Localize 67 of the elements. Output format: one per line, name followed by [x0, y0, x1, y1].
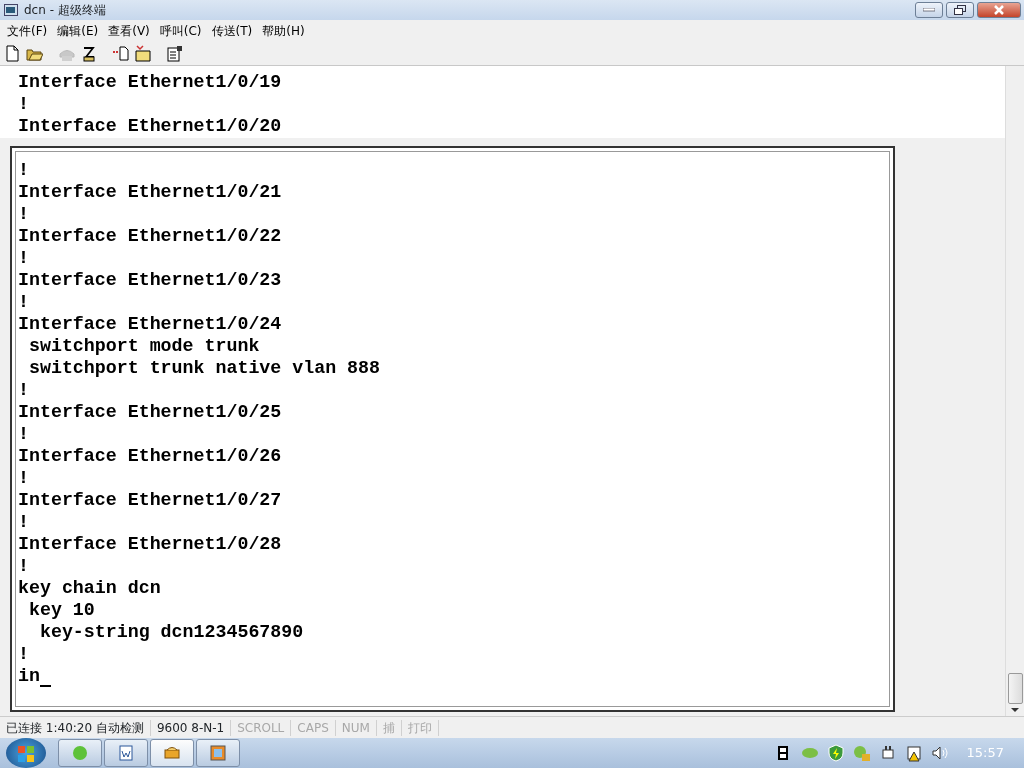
- start-icon: [18, 745, 34, 762]
- terminal-line: !: [17, 291, 30, 313]
- terminal-line: !: [17, 203, 30, 225]
- document-icon[interactable]: [111, 44, 129, 63]
- scroll-down-arrow[interactable]: [1011, 708, 1019, 713]
- terminal-line: Interface Ethernet1/0/20: [17, 115, 283, 137]
- status-text: 已连接 1:40:20 自动检测: [0, 719, 151, 736]
- speaker-icon[interactable]: [930, 744, 949, 762]
- close-button[interactable]: [977, 2, 1021, 18]
- document-icon[interactable]: [3, 44, 21, 63]
- terminal-line: Interface Ethernet1/0/23: [17, 269, 283, 291]
- terminal-line: Interface Ethernet1/0/24: [17, 313, 283, 335]
- window-icon: [209, 744, 227, 762]
- terminal-line: !: [17, 93, 30, 115]
- folder-icon[interactable]: [133, 44, 151, 63]
- scrollbar-thumb[interactable]: [1007, 673, 1023, 704]
- status-text: SCROLL: [231, 719, 292, 736]
- terminal-line: !: [17, 643, 30, 665]
- document-icon: [117, 744, 135, 762]
- minimize-button[interactable]: [915, 2, 943, 18]
- taskbar-button[interactable]: [58, 739, 102, 767]
- status-text: 9600 8-N-1: [150, 719, 232, 736]
- status-text: NUM: [335, 719, 377, 736]
- menu-item[interactable]: 编辑(E): [52, 22, 104, 40]
- minimize-icon: [923, 8, 935, 12]
- app-icon: [4, 4, 18, 16]
- close-icon: [993, 5, 1005, 15]
- restore-icon: [954, 5, 966, 15]
- terminal-line: Interface Ethernet1/0/19: [17, 71, 283, 93]
- network-warning-icon[interactable]: [904, 744, 923, 762]
- taskbar-button[interactable]: [196, 739, 240, 767]
- properties-icon[interactable]: [165, 44, 183, 63]
- terminal-line: Interface Ethernet1/0/27: [17, 489, 283, 511]
- taskbar-button[interactable]: [104, 739, 148, 767]
- menu-item[interactable]: 文件(F): [2, 22, 53, 40]
- terminal-line: !: [17, 159, 30, 181]
- clock: 15:57: [965, 744, 1005, 763]
- terminal-line: in: [17, 665, 40, 687]
- start-button[interactable]: [6, 738, 46, 768]
- terminal-line: key chain dcn: [17, 577, 162, 599]
- menu-item[interactable]: 查看(V): [103, 22, 155, 40]
- terminal-line: Interface Ethernet1/0/28: [17, 533, 283, 555]
- terminal-line: switchport mode trunk: [27, 335, 261, 357]
- terminal-line: key-string dcn1234567890: [38, 621, 305, 643]
- terminal-line: !: [17, 247, 30, 269]
- menu-item[interactable]: 呼叫(C): [154, 22, 207, 40]
- terminal-line: Interface Ethernet1/0/21: [17, 181, 283, 203]
- browser-icon: [71, 744, 89, 762]
- terminal-line: switchport trunk native vlan 888: [27, 357, 382, 379]
- terminal-line: Interface Ethernet1/0/26: [17, 445, 283, 467]
- terminal-line: !: [17, 555, 30, 577]
- window-title: dcn - 超级终端: [23, 2, 106, 19]
- shield-icon[interactable]: [826, 744, 845, 762]
- menu-item[interactable]: 帮助(H): [257, 22, 310, 40]
- status-text: 打印: [401, 719, 439, 736]
- status-text: 捕: [376, 719, 402, 736]
- menu-item[interactable]: 传送(T): [206, 22, 258, 40]
- taskbar-button[interactable]: [150, 739, 194, 767]
- terminal-line: !: [17, 511, 30, 533]
- terminal-line: !: [17, 379, 30, 401]
- terminal-line: !: [17, 467, 30, 489]
- terminal-line: Interface Ethernet1/0/22: [17, 225, 283, 247]
- status-text: CAPS: [291, 719, 336, 736]
- terminal-line: key 10: [27, 599, 96, 621]
- terminal-line: !: [17, 423, 30, 445]
- terminal-line: Interface Ethernet1/0/25: [17, 401, 283, 423]
- restore-button[interactable]: [946, 2, 974, 18]
